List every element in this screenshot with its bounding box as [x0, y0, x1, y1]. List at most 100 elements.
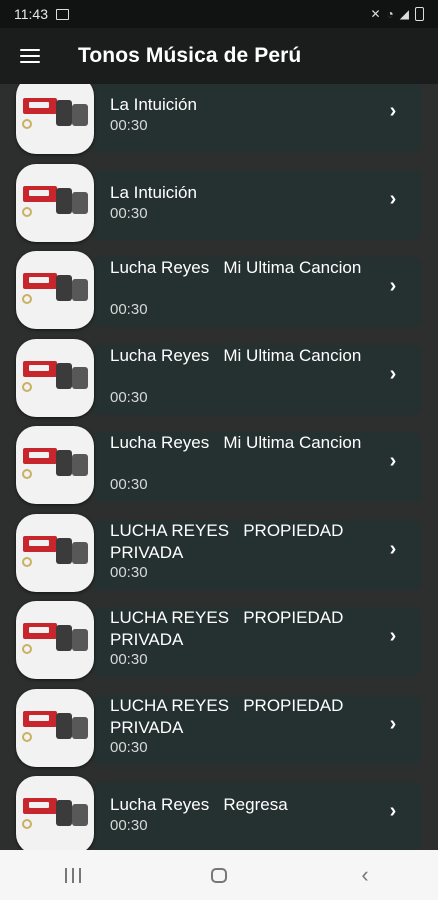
song-duration: 00:30 [110, 738, 148, 756]
song-thumbnail [16, 251, 94, 329]
phone-icon [72, 191, 88, 214]
song-row[interactable]: LUCHA REYES PROPIEDAD PRIVADA 00:30 › [0, 601, 438, 681]
song-thumbnail [16, 513, 94, 592]
signal-icon: ◢ [399, 7, 409, 21]
song-thumbnail [16, 601, 94, 679]
logo-icon [23, 798, 57, 814]
song-duration: 00:30 [110, 563, 148, 581]
phone-icon [56, 537, 72, 564]
gallery-icon [56, 8, 69, 20]
wifi-icon: ◔ [386, 7, 394, 21]
menu-button[interactable] [0, 28, 60, 84]
song-duration: 00:30 [110, 817, 148, 834]
badge-icon [22, 294, 32, 304]
phone-icon [56, 100, 72, 126]
song-duration: 00:30 [110, 301, 148, 318]
phone-icon [72, 104, 88, 126]
badge-icon [22, 819, 32, 829]
song-row[interactable]: La Intuición 00:30 › [0, 163, 438, 244]
song-title: La Intuición [110, 182, 197, 202]
logo-icon [23, 185, 57, 202]
system-nav-bar: ‹ [0, 850, 438, 900]
battery-icon [415, 7, 424, 21]
mute-icon: ✕ [370, 7, 381, 21]
home-icon [211, 867, 227, 883]
phone-icon [56, 362, 72, 389]
chevron-right-icon[interactable]: › [384, 450, 402, 474]
logo-icon [23, 448, 57, 464]
song-title: Lucha Reyes Mi Ultima Cancion [110, 433, 362, 452]
status-time: 11:43 [14, 6, 48, 22]
song-thumbnail [16, 776, 94, 850]
phone-icon [72, 804, 88, 826]
back-icon: ‹ [361, 862, 369, 887]
back-button[interactable]: ‹ [335, 855, 395, 895]
song-row[interactable]: Lucha Reyes Regresa 00:30 › [0, 776, 438, 850]
recents-icon [65, 867, 81, 883]
song-row[interactable]: Lucha Reyes Mi Ultima Cancion 00:30 › [0, 251, 438, 331]
song-duration: 00:30 [110, 476, 148, 493]
chevron-right-icon[interactable]: › [384, 363, 402, 387]
phone-icon [72, 279, 88, 301]
phone-icon [72, 541, 88, 564]
song-thumbnail [16, 84, 94, 154]
badge-icon [22, 119, 32, 129]
chevron-right-icon[interactable]: › [384, 100, 402, 124]
chevron-right-icon[interactable]: › [384, 188, 402, 212]
chevron-right-icon[interactable]: › [384, 275, 402, 299]
chevron-right-icon[interactable]: › [384, 800, 402, 824]
phone-icon [72, 629, 88, 651]
phone-icon [56, 625, 72, 651]
badge-icon [22, 206, 32, 217]
badge-icon [22, 731, 32, 742]
badge-icon [22, 469, 32, 479]
song-thumbnail [16, 338, 94, 417]
song-thumbnail [16, 163, 94, 242]
song-duration: 00:30 [110, 651, 148, 668]
song-title: Lucha Reyes Mi Ultima Cancion [110, 345, 362, 365]
song-row[interactable]: Lucha Reyes Mi Ultima Cancion 00:30 › [0, 338, 438, 419]
badge-icon [22, 644, 32, 654]
app-bar: Tonos Música de Perú [0, 28, 438, 84]
song-row[interactable]: Lucha Reyes Mi Ultima Cancion 00:30 › [0, 426, 438, 506]
logo-icon [23, 710, 57, 727]
chevron-right-icon[interactable]: › [384, 625, 402, 649]
song-list[interactable]: La Intuición 00:30 › La Intuición 00:30 › Luch… [0, 84, 438, 850]
app-title: Tonos Música de Perú [78, 44, 302, 67]
hamburger-menu-icon [20, 49, 40, 63]
song-title: LUCHA REYES PROPIEDAD PRIVADA [110, 520, 349, 562]
logo-icon [23, 273, 57, 289]
song-thumbnail [16, 426, 94, 504]
status-bar: 11:43 ✕ ◔ ◢ [0, 0, 438, 28]
song-duration: 00:30 [110, 388, 148, 406]
logo-icon [23, 623, 57, 639]
phone-icon [72, 366, 88, 389]
phone-icon [56, 450, 72, 476]
logo-icon [23, 98, 57, 114]
song-title: Lucha Reyes Regresa [110, 795, 288, 814]
badge-icon [22, 556, 32, 567]
song-row[interactable]: LUCHA REYES PROPIEDAD PRIVADA 00:30 › [0, 513, 438, 594]
song-row[interactable]: LUCHA REYES PROPIEDAD PRIVADA 00:30 › [0, 688, 438, 769]
chevron-right-icon[interactable]: › [384, 538, 402, 562]
recents-button[interactable] [43, 855, 103, 895]
song-duration: 00:30 [110, 117, 148, 134]
phone-icon [72, 454, 88, 476]
badge-icon [22, 381, 32, 392]
phone-icon [56, 800, 72, 826]
song-row[interactable]: La Intuición 00:30 › [0, 84, 438, 156]
song-duration: 00:30 [110, 204, 148, 222]
logo-icon [23, 535, 57, 552]
song-title: La Intuición [110, 95, 197, 114]
logo-icon [23, 360, 57, 377]
song-title: Lucha Reyes Mi Ultima Cancion [110, 258, 362, 277]
song-title: LUCHA REYES PROPIEDAD PRIVADA [110, 695, 349, 737]
phone-icon [56, 275, 72, 301]
home-button[interactable] [189, 855, 249, 895]
song-thumbnail [16, 688, 94, 767]
song-card[interactable] [92, 782, 422, 850]
chevron-right-icon[interactable]: › [384, 713, 402, 737]
phone-icon [72, 716, 88, 739]
song-title: LUCHA REYES PROPIEDAD PRIVADA [110, 608, 349, 649]
phone-icon [56, 187, 72, 214]
